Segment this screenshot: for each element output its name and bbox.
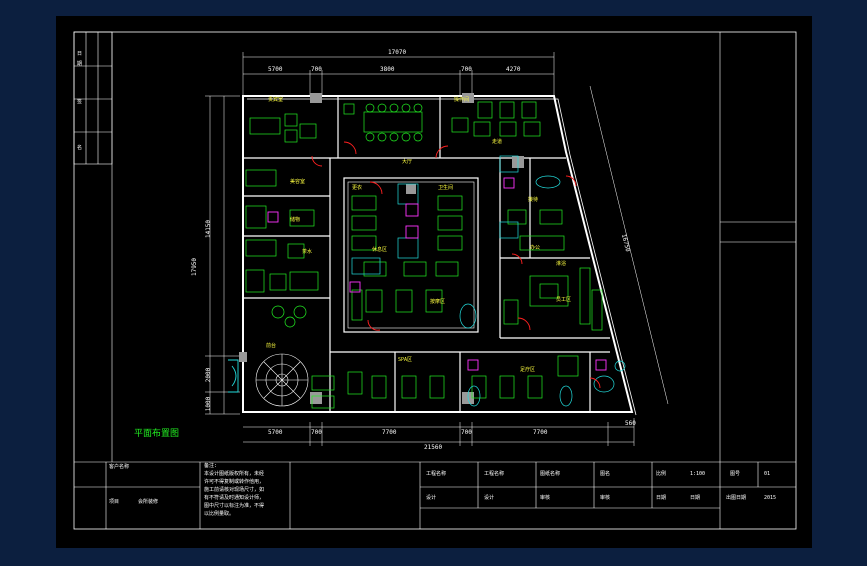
dim-top-2: 700 <box>311 66 322 73</box>
dim-top-1: 5700 <box>268 66 283 73</box>
dim-top-3: 3800 <box>380 66 395 73</box>
room-label: 更衣 <box>352 185 363 191</box>
strip-label: 期 <box>77 61 83 67</box>
room-label: 储物 <box>290 217 301 223</box>
project-value: 会所装修 <box>138 499 159 505</box>
room-label: 淋浴 <box>556 261 567 267</box>
tb-cell: 图号 <box>730 471 741 477</box>
tb-cell: 工程名称 <box>484 471 505 477</box>
client-label: 客户名称 <box>109 464 130 470</box>
tb-cell: 01 <box>764 471 771 477</box>
dim-bottom-4: 700 <box>461 429 472 436</box>
dim-bottom-1: 5700 <box>268 429 283 436</box>
notes-line: 以比例量取。 <box>204 511 235 517</box>
dim-bottom-total: 21560 <box>424 444 443 451</box>
dim-bottom-3: 7700 <box>382 429 397 436</box>
dim-left-total: 17950 <box>191 257 199 277</box>
tb-cell: 日期 <box>690 495 701 501</box>
plan-title: 平面布置图 <box>134 429 180 439</box>
strip-label: 名 <box>77 145 83 151</box>
dim-top-total: 17070 <box>388 49 407 56</box>
tb-cell: 图纸名称 <box>540 471 561 477</box>
room-label: 茶水 <box>302 249 313 255</box>
room-label: 按摩区 <box>430 299 446 305</box>
notes-line: 本设计图纸版权所有，未经 <box>204 471 265 477</box>
room-label: 休息区 <box>372 247 388 253</box>
room-label: 贵宾室 <box>268 97 284 103</box>
dim-top-4: 700 <box>461 66 472 73</box>
dim-left-2: 2000 <box>205 367 213 383</box>
tb-cell: 日期 <box>656 495 667 501</box>
dim-left-1: 14150 <box>205 219 213 239</box>
tb-cell: 设计 <box>484 495 495 501</box>
notes-label: 备注: <box>204 463 218 469</box>
tb-cell: 出图日期 <box>726 495 747 501</box>
room-label: 操作间 <box>454 97 470 103</box>
notes-line: 许可不得复制或转作他用， <box>204 479 265 485</box>
tb-cell: 审核 <box>540 495 551 501</box>
dim-left-3: 1000 <box>205 396 213 412</box>
dim-bottom-2: 700 <box>311 429 322 436</box>
strip-label: 签 <box>77 99 83 105</box>
dim-bottom-5: 7700 <box>533 429 548 436</box>
dim-bottom-6: 560 <box>625 420 636 427</box>
tb-cell: 比例 <box>656 471 667 477</box>
room-label: 美容室 <box>290 179 306 185</box>
notes-line: 施工前请核对现场尺寸，如 <box>204 487 265 493</box>
room-label: SPA区 <box>398 357 413 363</box>
tb-cell: 审核 <box>600 495 611 501</box>
room-label: 办公 <box>530 245 541 251</box>
tb-cell: 2015 <box>764 495 777 501</box>
room-label: 走道 <box>492 139 503 145</box>
tb-cell: 图名 <box>600 471 611 477</box>
room-label: 卫生间 <box>438 185 454 191</box>
room-label: 接待 <box>528 197 539 203</box>
project-label: 项目 <box>109 499 120 505</box>
floor-plan-drawing <box>56 16 812 548</box>
tb-cell: 1:100 <box>690 471 706 477</box>
room-label: 前台 <box>266 343 277 349</box>
notes-line: 有不符请及时通知设计师， <box>204 495 265 501</box>
room-label: 员工区 <box>556 297 572 303</box>
notes-line: 图中尺寸以标注为准，不得 <box>204 503 265 509</box>
tb-cell: 工程名称 <box>426 471 447 477</box>
cad-viewport[interactable]: 17070 5700 700 3800 700 4270 5700 700 77… <box>0 0 867 562</box>
tb-cell: 设计 <box>426 495 437 501</box>
strip-label: 日 <box>77 51 83 57</box>
room-label: 大厅 <box>402 159 413 165</box>
dim-top-5: 4270 <box>506 66 521 73</box>
room-label: 足疗区 <box>520 367 536 373</box>
lobby-rosette <box>255 353 309 407</box>
